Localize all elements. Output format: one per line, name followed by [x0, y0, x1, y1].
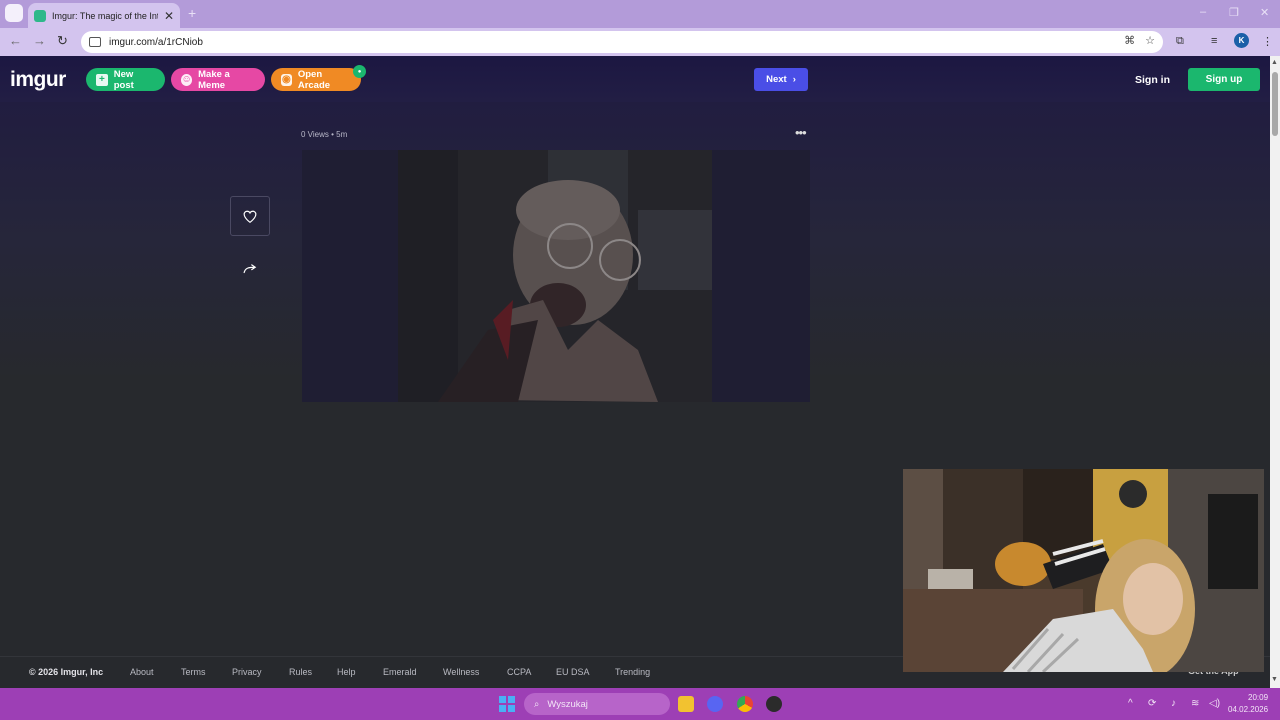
footer-link-wellness[interactable]: Wellness — [443, 667, 479, 677]
footer-copyright: © 2026 Imgur, Inc — [29, 667, 104, 677]
footer-link-ccpa[interactable]: CCPA — [507, 667, 531, 677]
page-scrollbar[interactable]: ▲ ▼ — [1270, 56, 1280, 688]
make-meme-button[interactable]: ☺ Make a Meme — [171, 68, 265, 91]
obs-icon[interactable] — [766, 696, 782, 712]
gamepad-icon: ◉ — [281, 73, 292, 86]
taskbar-search-placeholder: Wyszukaj — [547, 698, 588, 710]
profile-avatar[interactable]: K — [1234, 33, 1249, 48]
address-bar-url[interactable]: imgur.com/a/1rCNiob — [109, 37, 203, 48]
chrome-icon[interactable] — [737, 696, 753, 712]
footer-link-eu-dsa[interactable]: EU DSA — [556, 667, 590, 677]
browser-tab-imgur[interactable]: Imgur: The magic of the Interne ✕ — [28, 3, 180, 28]
close-window-button[interactable]: ✕ — [1260, 6, 1269, 19]
next-label: Next — [766, 74, 787, 85]
reload-icon[interactable]: ↻ — [57, 33, 68, 49]
webcam-overlay — [903, 469, 1264, 672]
new-tab-button[interactable]: + — [188, 5, 196, 21]
open-arcade-button[interactable]: ◉ Open Arcade — [271, 68, 361, 91]
scroll-up-icon[interactable]: ▲ — [1271, 59, 1278, 66]
browser-profile-icon[interactable] — [5, 4, 23, 22]
sign-in-link[interactable]: Sign in — [1135, 74, 1170, 86]
clock-date: 04.02.2026 — [1228, 705, 1269, 714]
imgur-logo[interactable]: imgur — [10, 68, 66, 92]
arcade-notification-badge-icon: ● — [353, 65, 366, 78]
back-icon[interactable]: ← — [9, 33, 22, 48]
share-button[interactable] — [240, 260, 260, 278]
site-info-icon[interactable] — [89, 37, 101, 47]
footer-link-terms[interactable]: Terms — [181, 667, 206, 677]
plus-icon: + — [96, 73, 108, 86]
search-icon: ⌕ — [534, 698, 540, 710]
clock-time: 20:09 — [1248, 693, 1269, 702]
imgur-favicon-icon — [34, 9, 46, 22]
volume-icon[interactable]: ◁) — [1209, 698, 1220, 709]
windows-taskbar: ⌕ Wyszukaj ^ ⟳ ♪ ≋ ◁) 20:09 04.02.2026 — [0, 688, 1280, 720]
discord-icon[interactable] — [707, 696, 723, 712]
forward-icon[interactable]: → — [33, 33, 46, 48]
meme-face-icon: ☺ — [181, 73, 193, 86]
make-meme-label: Make a Meme — [198, 68, 230, 91]
tray-chevron-up-icon[interactable]: ^ — [1128, 698, 1133, 709]
footer-link-rules[interactable]: Rules — [289, 667, 312, 677]
new-post-button[interactable]: + New post — [86, 68, 165, 91]
bookmark-star-icon[interactable]: ☆ — [1145, 34, 1155, 47]
next-post-button[interactable]: Next › — [754, 68, 808, 91]
maximize-button[interactable]: ❐ — [1229, 6, 1239, 19]
minimize-button[interactable]: – — [1200, 6, 1206, 18]
microphone-icon[interactable]: ♪ — [1171, 698, 1176, 709]
scroll-down-icon[interactable]: ▼ — [1271, 676, 1278, 683]
browser-tab-bar: Imgur: The magic of the Interne ✕ + – ❐ … — [0, 0, 1280, 28]
tab-title: Imgur: The magic of the Interne — [52, 10, 158, 21]
footer-link-trending[interactable]: Trending — [615, 667, 650, 677]
chevron-right-icon: › — [792, 74, 796, 85]
footer-link-help[interactable]: Help — [337, 667, 356, 677]
sign-up-button[interactable]: Sign up — [1188, 68, 1260, 91]
footer-link-emerald[interactable]: Emerald — [383, 667, 417, 677]
new-post-label: New post — [113, 68, 134, 91]
scroll-thumb[interactable] — [1272, 72, 1278, 136]
footer-link-about[interactable]: About — [130, 667, 154, 677]
tab-close-icon[interactable]: ✕ — [164, 9, 174, 23]
more-options-icon[interactable]: ••• — [795, 125, 807, 140]
address-bar[interactable]: imgur.com/a/1rCNiob ⌘ ☆ — [81, 31, 1163, 53]
taskbar-search[interactable]: ⌕ Wyszukaj — [524, 693, 670, 715]
footer-link-privacy[interactable]: Privacy — [232, 667, 262, 677]
browser-toolbar: ← → ↻ imgur.com/a/1rCNiob ⌘ ☆ ⧉ ≡ K ⋮ — [0, 28, 1280, 56]
extensions-icon[interactable]: ⧉ — [1176, 35, 1184, 48]
share-arrow-icon — [243, 264, 257, 274]
reading-list-icon[interactable]: ≡ — [1211, 35, 1217, 47]
heart-icon — [243, 210, 257, 223]
wifi-icon[interactable]: ≋ — [1191, 698, 1199, 709]
like-button[interactable] — [230, 196, 270, 236]
file-explorer-icon[interactable] — [678, 696, 694, 712]
menu-icon[interactable]: ⋮ — [1262, 35, 1273, 48]
taskbar-clock[interactable]: 20:09 04.02.2026 — [1228, 692, 1268, 716]
sync-icon[interactable]: ⟳ — [1148, 698, 1156, 709]
translate-icon[interactable]: ⌘ — [1124, 34, 1135, 47]
windows-start-icon[interactable] — [499, 696, 515, 712]
post-image[interactable] — [398, 150, 712, 402]
open-arcade-label: Open Arcade — [297, 68, 331, 91]
post-meta: 0 Views • 5m — [301, 130, 348, 139]
